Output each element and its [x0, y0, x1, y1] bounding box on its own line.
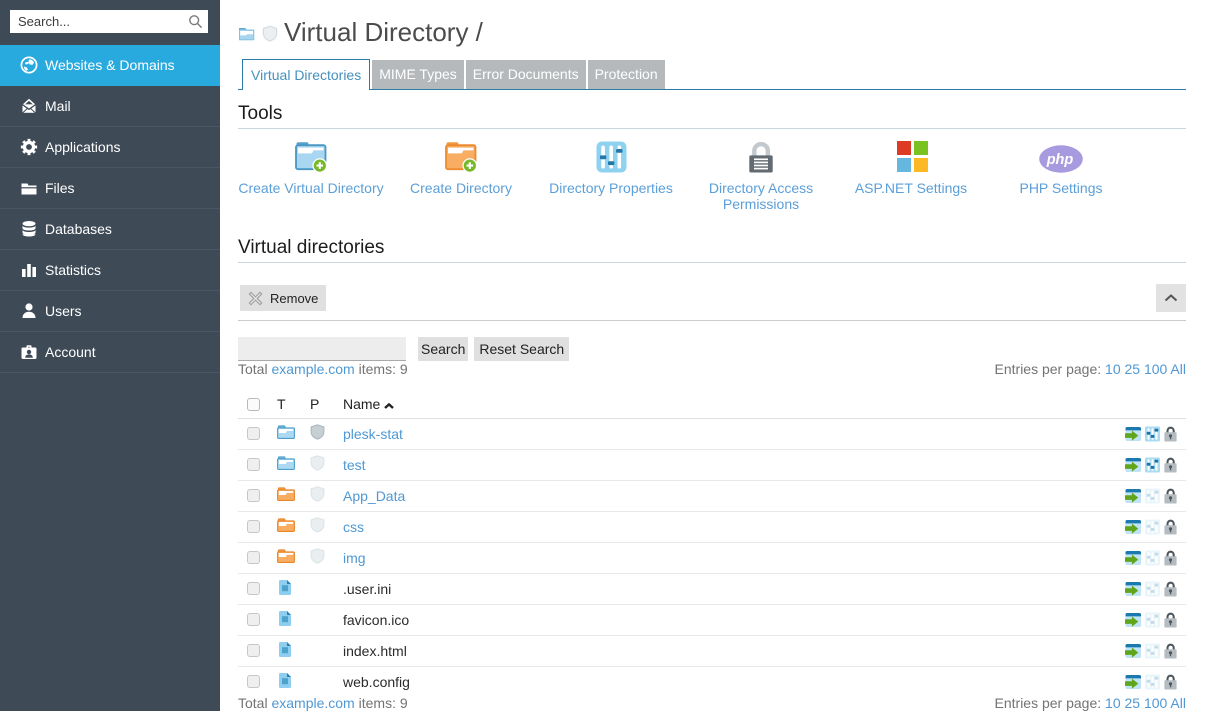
svg-text:php: php	[1046, 152, 1074, 168]
